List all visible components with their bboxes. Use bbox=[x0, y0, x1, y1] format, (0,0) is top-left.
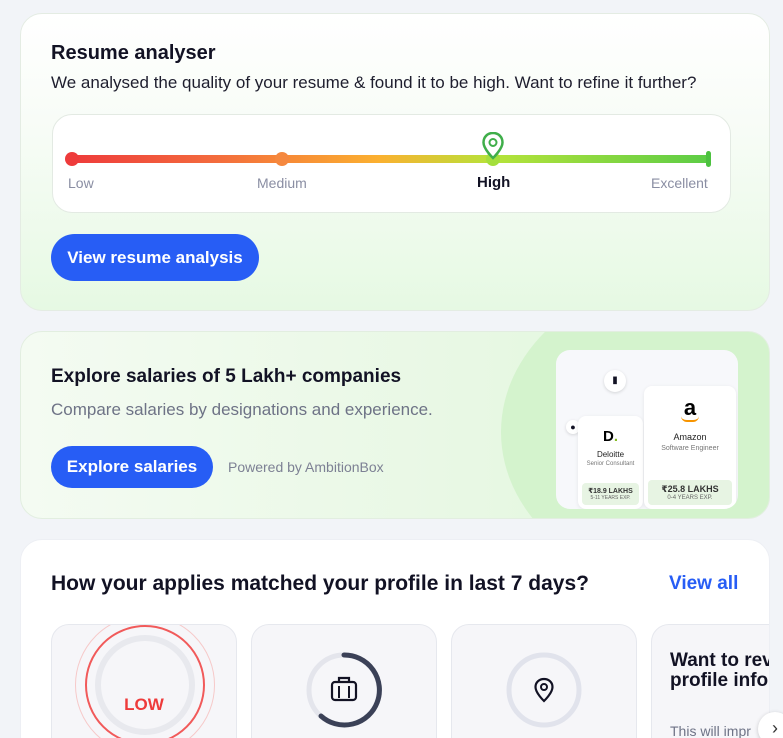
powered-by-label: Powered by AmbitionBox bbox=[228, 459, 384, 475]
applies-match-card: How your applies matched your profile in… bbox=[20, 539, 770, 738]
resume-analyser-title: Resume analyser bbox=[51, 42, 216, 64]
salary-box: ₹18.9 LAKHS 5-11 YEARS EXP. bbox=[582, 483, 639, 505]
company-role: Senior Consultant bbox=[586, 461, 635, 467]
quality-gradient-track bbox=[71, 155, 711, 163]
level-label-medium: Medium bbox=[257, 175, 307, 191]
explore-salaries-card: Explore salaries of 5 Lakh+ companies Co… bbox=[20, 331, 770, 519]
salary-promo-illustration: ▮ ● D. Deloitte Senior Consultant ₹18.9 … bbox=[556, 350, 738, 509]
match-tile-location[interactable] bbox=[451, 624, 637, 738]
view-all-link[interactable]: View all bbox=[669, 573, 738, 595]
update-profile-question: Want to rev your profile information bbox=[670, 650, 770, 691]
medium-marker bbox=[275, 152, 289, 166]
current-level-pin-icon bbox=[482, 132, 504, 160]
salary-experience: 5-11 YEARS EXP. bbox=[590, 495, 631, 501]
match-level-text: LOW bbox=[124, 695, 164, 714]
salary-box: ₹25.8 LAKHS 0-4 YEARS EXP. bbox=[648, 480, 732, 505]
amazon-logo: a bbox=[644, 396, 736, 422]
salary-amount: ₹25.8 LAKHS bbox=[661, 484, 719, 494]
company-name: Amazon bbox=[673, 432, 707, 442]
company-card-amazon: a Amazon Software Engineer ₹25.8 LAKHS 0… bbox=[644, 386, 736, 509]
company-card-deloitte: D. Deloitte Senior Consultant ₹18.9 LAKH… bbox=[578, 416, 643, 509]
location-pin-icon bbox=[506, 652, 582, 728]
deloitte-logo: D. bbox=[602, 428, 618, 445]
applies-match-title: How your applies matched your profile in… bbox=[51, 572, 589, 595]
salary-experience: 0-4 YEARS EXP. bbox=[667, 495, 713, 501]
match-tile-low[interactable]: LOW bbox=[51, 624, 237, 738]
resume-analyser-subtitle: We analysed the quality of your resume &… bbox=[51, 73, 697, 92]
match-tile-experience[interactable] bbox=[251, 624, 437, 738]
match-tile-update-profile[interactable]: Want to rev your profile information Thi… bbox=[651, 624, 770, 738]
resume-quality-meter: Low Medium High Excellent bbox=[52, 114, 731, 213]
salaries-title: Explore salaries of 5 Lakh+ companies bbox=[51, 366, 402, 387]
update-profile-hint: This will impr bbox=[670, 723, 751, 738]
gauge-track bbox=[95, 635, 195, 735]
phone-icon: ▮ bbox=[604, 370, 626, 392]
company-name: Deloitte bbox=[596, 450, 625, 459]
salary-amount: ₹18.9 LAKHS bbox=[588, 488, 633, 495]
explore-salaries-button[interactable]: Explore salaries bbox=[51, 446, 213, 488]
excellent-marker bbox=[706, 151, 711, 167]
view-resume-analysis-button[interactable]: View resume analysis bbox=[51, 234, 259, 281]
briefcase-icon bbox=[306, 652, 382, 728]
company-role: Software Engineer bbox=[661, 445, 719, 452]
level-label-excellent: Excellent bbox=[651, 175, 708, 191]
level-label-high: High bbox=[477, 174, 511, 191]
resume-analyser-card: Resume analyser We analysed the quality … bbox=[20, 13, 770, 311]
salaries-subtitle: Compare salaries by designations and exp… bbox=[51, 400, 433, 419]
level-label-low: Low bbox=[68, 175, 94, 191]
low-marker bbox=[65, 152, 79, 166]
